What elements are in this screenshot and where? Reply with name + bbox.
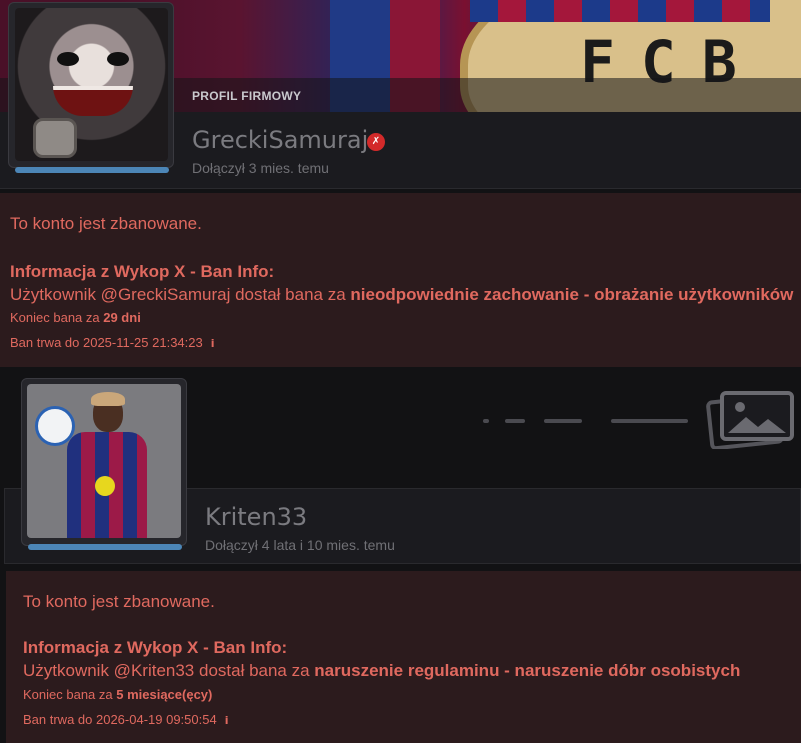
- ban-reason-prefix: Użytkownik @Kriten33 dostał bana za: [23, 661, 315, 680]
- ban-info-title: Informacja z Wykop X - Ban Info:: [10, 262, 275, 281]
- ban-end-prefix: Koniec bana za: [10, 310, 104, 325]
- ban-until: Ban trwa do 2026-04-19 09:50:54: [23, 712, 217, 727]
- user-level-bar: [15, 167, 169, 173]
- ban-info-box: To konto jest zbanowane. Informacja z Wy…: [6, 571, 801, 743]
- avatar[interactable]: [27, 384, 181, 538]
- ban-until: Ban trwa do 2025-11-25 21:34:23: [10, 335, 203, 350]
- ban-end-value: 5 miesiące(ęcy): [116, 687, 213, 702]
- avatar[interactable]: [15, 8, 168, 161]
- ban-reason: naruszenie regulaminu - naruszenie dóbr …: [314, 661, 741, 680]
- ban-until-line: Ban trwa do 2025-11-25 21:34:23 i: [10, 335, 215, 350]
- profile-list: FCB PROFIL FIRMOWY GreckiSamuraj ✗ Dołąc…: [0, 0, 801, 743]
- banned-badge-icon: ✗: [367, 133, 385, 151]
- ban-reason-line: Użytkownik @GreckiSamuraj dostał bana za…: [10, 285, 793, 305]
- ban-reason-prefix: Użytkownik @GreckiSamuraj dostał bana za: [10, 285, 351, 304]
- info-icon[interactable]: i: [225, 714, 229, 727]
- ban-reason-line: Użytkownik @Kriten33 dostał bana za naru…: [23, 661, 740, 681]
- user-level-bar: [28, 544, 182, 550]
- ban-status: To konto jest zbanowane.: [23, 592, 215, 611]
- joined-date: Dołączył 4 lata i 10 mies. temu: [205, 537, 395, 553]
- ban-status: To konto jest zbanowane.: [10, 214, 202, 233]
- ban-info-box: To konto jest zbanowane. Informacja z Wy…: [0, 193, 801, 367]
- username[interactable]: GreckiSamuraj: [192, 126, 368, 154]
- ban-end-line: Koniec bana za 5 miesiące(ęcy): [23, 687, 212, 702]
- football-icon: [35, 406, 75, 446]
- ban-until-line: Ban trwa do 2026-04-19 09:50:54 i: [23, 712, 228, 727]
- ban-end-line: Koniec bana za 29 dni: [10, 310, 141, 325]
- info-icon[interactable]: i: [211, 337, 215, 350]
- ban-reason: nieodpowiednie zachowanie - obrażanie uż…: [350, 285, 794, 304]
- ban-info-title: Informacja z Wykop X - Ban Info:: [23, 638, 288, 657]
- image-placeholder-icon: [706, 391, 794, 449]
- username[interactable]: Kriten33: [205, 503, 307, 531]
- ban-end-prefix: Koniec bana za: [23, 687, 117, 702]
- ban-end-value: 29 dni: [103, 310, 141, 325]
- joined-date: Dołączył 3 mies. temu: [192, 160, 329, 176]
- company-profile-tag: PROFIL FIRMOWY: [192, 89, 302, 103]
